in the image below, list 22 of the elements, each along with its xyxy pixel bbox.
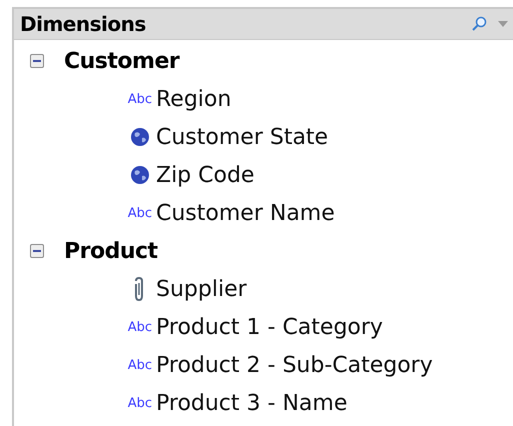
text-type-icon: Abc [114,320,154,334]
collapse-toggle[interactable] [30,54,44,68]
search-icon[interactable] [471,16,487,32]
text-type-icon: Abc [114,92,154,106]
field-item[interactable]: Supplier [156,272,247,306]
field-item[interactable]: Region [156,82,232,116]
group-label[interactable]: Customer [64,44,180,78]
globe-icon [130,165,150,185]
group-label[interactable]: Product [64,234,158,268]
text-type-icon: Abc [114,206,154,220]
field-item[interactable]: Product 1 - Category [156,310,383,344]
text-type-icon: Abc [114,396,154,410]
field-item[interactable]: Product 2 - Sub-Category [156,348,433,382]
collapse-toggle[interactable] [30,244,44,258]
panel-title: Dimensions [19,11,146,38]
globe-icon [130,127,150,147]
text-type-icon: Abc [114,358,154,372]
paperclip-icon [132,276,146,302]
field-item[interactable]: Customer State [156,120,328,154]
field-item[interactable]: Zip Code [156,158,254,192]
field-item[interactable]: Customer Name [156,196,335,230]
field-item[interactable]: Product 3 - Name [156,386,348,420]
